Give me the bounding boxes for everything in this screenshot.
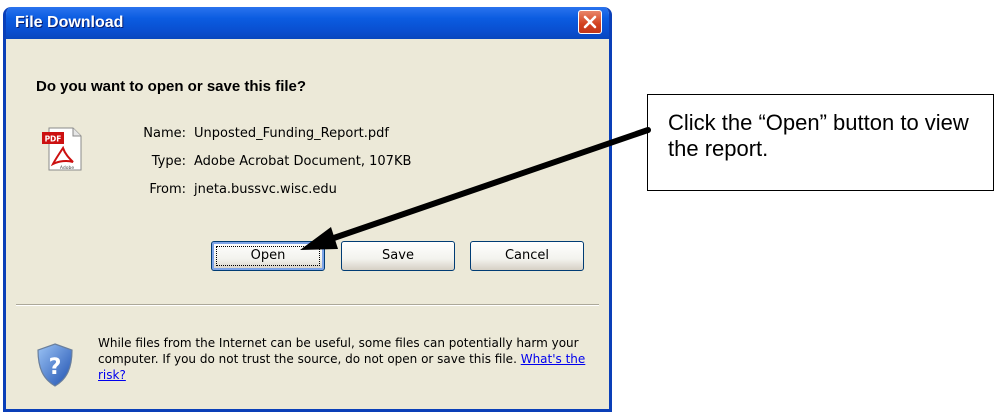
annotation-arrow xyxy=(300,127,651,250)
arrow-head xyxy=(300,227,338,250)
arrow-shaft xyxy=(325,127,651,243)
